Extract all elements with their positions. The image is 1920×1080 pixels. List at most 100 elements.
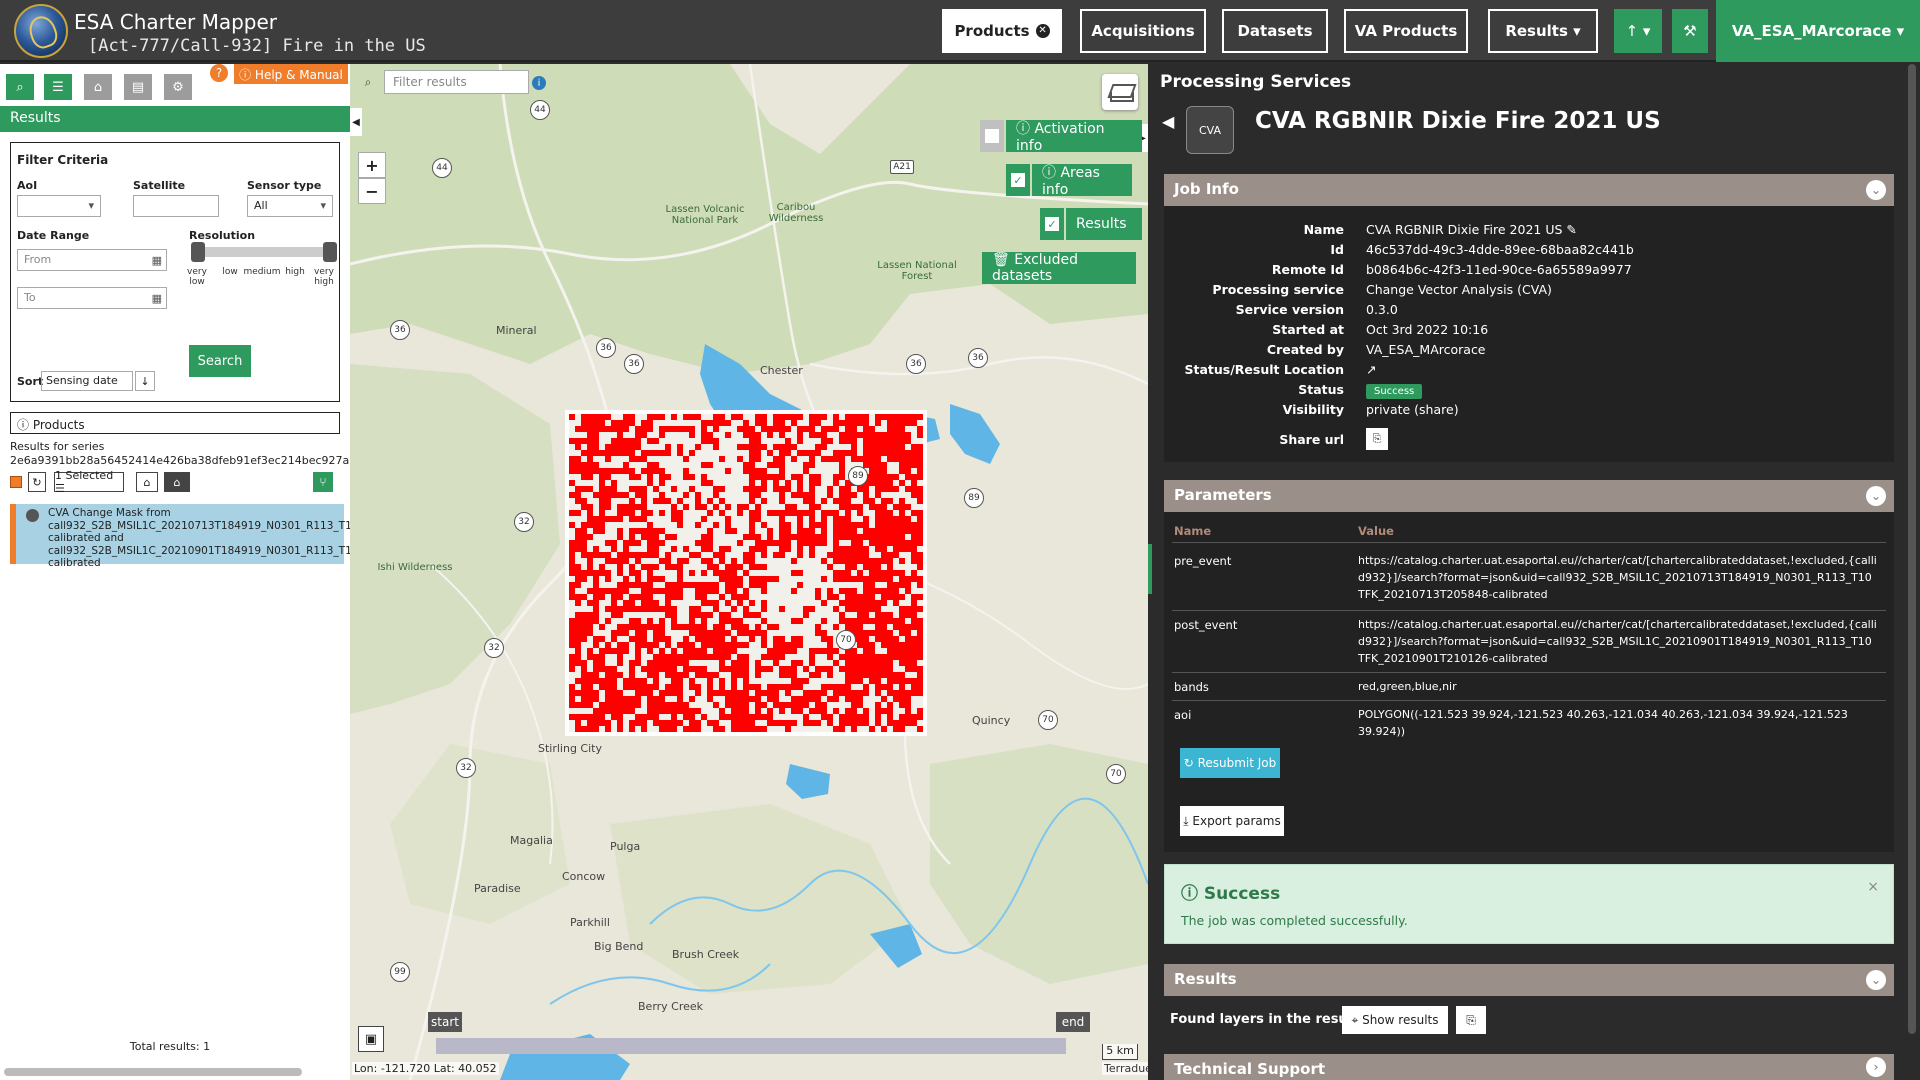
external-link-icon[interactable]: ↗ [1366,362,1376,377]
left-horizontal-scrollbar[interactable] [4,1068,302,1076]
copy-icon[interactable]: ⎘ [1366,428,1388,450]
activation-info-button[interactable]: ⓘ Activation info [1006,120,1142,154]
close-icon[interactable]: ✕ [1035,24,1050,38]
areas-info-toggle[interactable]: ✓ [1006,164,1030,196]
date-to-input[interactable]: To ▦ [17,287,167,309]
nav-va-products-tab[interactable]: VA Products [1344,9,1468,53]
right-vertical-scrollbar[interactable] [1908,64,1916,1034]
products-header[interactable]: ⓘ Products [10,412,340,434]
sensor-type-select[interactable]: All [247,195,333,217]
chevron-down-icon[interactable]: ⌄ [1866,970,1886,990]
collapse-left-panel-icon[interactable]: ◀ [350,108,362,136]
zoom-in-button[interactable]: + [358,152,386,178]
excluded-datasets-button[interactable]: 🗑 Excluded datasets [982,252,1136,284]
parameters-header[interactable]: Parameters ⌄ [1164,480,1894,512]
user-menu-dropdown[interactable]: VA_ESA_MArcorace ▾ [1716,0,1920,62]
aoi-select[interactable] [17,195,101,217]
timeline-slider[interactable] [436,1038,1066,1054]
change-pixel [797,534,803,540]
help-manual-button[interactable]: ⓘ Help & Manual [234,64,348,84]
change-pixel [917,648,923,654]
product-list-item[interactable]: CVA Change Mask from call932_S2B_MSIL1C_… [10,504,487,569]
fullscreen-icon[interactable]: ▣ [358,1026,384,1052]
sort-direction-icon[interactable]: ↓ [135,371,155,391]
info-icon[interactable]: i [532,76,546,90]
calendar-icon[interactable]: ▦ [152,292,162,305]
results-layer-button[interactable]: Results [1066,208,1142,240]
change-pixel [743,612,749,618]
close-icon[interactable]: × [1867,879,1879,895]
calendar-icon[interactable]: ▦ [152,254,162,267]
resolution-slider[interactable] [191,242,337,262]
change-pixel [713,504,719,510]
nav-products-tab[interactable]: Products ✕ [942,9,1062,53]
change-pixel [785,720,791,726]
change-pixel [851,522,857,528]
results-section-header[interactable]: Results ⌄ [1164,964,1894,996]
change-pixel [899,540,905,546]
results-toggle[interactable]: ✓ [1040,208,1064,240]
basket-icon[interactable]: ⌂ [84,74,112,100]
change-pixel [737,672,743,678]
select-all-checkbox[interactable] [10,476,22,488]
export-params-button[interactable]: ⤓ Export params [1180,806,1284,836]
change-pixel [743,630,749,636]
show-results-button[interactable]: ⌖ Show results [1342,1006,1448,1034]
change-pixel [797,618,803,624]
archive-icon[interactable]: ▤ [124,74,152,100]
satellite-input[interactable] [133,195,219,217]
ji-value[interactable]: CVA RGBNIR Dixie Fire 2021 US ✎ [1366,222,1577,237]
technical-support-header[interactable]: Technical Support › [1164,1054,1894,1080]
change-pixel [887,444,893,450]
chevron-right-icon[interactable]: › [1866,1057,1886,1077]
change-pixel [893,522,899,528]
change-pixel [737,540,743,546]
nav-results-dropdown[interactable]: Results ▾ [1488,9,1598,53]
slider-handle-min[interactable] [191,242,205,262]
activation-info-toggle[interactable] [980,120,1004,152]
gear-icon[interactable]: ⚙ [164,74,192,100]
job-info-header[interactable]: Job Info ⌄ [1164,174,1894,206]
areas-info-button[interactable]: ⓘ Areas info [1032,164,1132,198]
layers-icon[interactable] [1102,74,1138,110]
remove-from-basket-icon[interactable]: ⌂ [164,472,190,492]
esa-charter-logo[interactable] [14,4,68,58]
sort-select[interactable]: Sensing date [41,371,133,391]
change-pixel [917,654,923,660]
search-icon[interactable]: ⌕ [358,72,378,92]
change-pixel [611,420,617,426]
change-pixel [713,654,719,660]
list-icon[interactable]: ☰ [44,74,72,100]
upload-dropdown-button[interactable]: ↑ ▾ [1614,9,1662,53]
share-icon[interactable]: ⑂ [313,472,333,492]
change-pixel [761,582,767,588]
chevron-down-icon[interactable]: ⌄ [1866,180,1886,200]
chevron-down-icon[interactable]: ⌄ [1866,486,1886,506]
search-icon[interactable]: ⌕ [6,74,34,100]
search-button[interactable]: Search [189,345,251,377]
filter-results-input[interactable]: Filter results [384,70,529,94]
add-to-basket-icon[interactable]: ⌂ [136,472,158,492]
change-pixel [881,612,887,618]
copy-icon[interactable]: ⎘ [1456,1006,1486,1034]
selected-dropdown[interactable]: 1 Selected ☰ [54,469,124,495]
map-view[interactable]: ⌕ Filter results i ◀ ▶ + − ⓘ Activation … [350,64,1148,1080]
slider-handle-max[interactable] [323,242,337,262]
change-pixel [695,690,701,696]
resubmit-job-button[interactable]: ↻ Resubmit Job [1180,748,1280,778]
panel-resize-handle[interactable] [1148,544,1152,594]
date-from-input[interactable]: From ▦ [17,249,167,271]
help-question-icon[interactable]: ? [210,64,228,82]
refresh-icon[interactable]: ↻ [28,472,46,492]
change-pixel [785,726,791,732]
change-pixel [605,648,611,654]
cva-change-mask-overlay[interactable] [565,410,927,736]
back-arrow-icon[interactable]: ◀ [1162,112,1174,131]
nav-acquisitions-tab[interactable]: Acquisitions [1080,9,1206,53]
change-pixel [689,450,695,456]
change-pixel [845,510,851,516]
nav-datasets-tab[interactable]: Datasets [1222,9,1328,53]
visibility-value[interactable]: private (share) [1366,402,1459,417]
zoom-out-button[interactable]: − [358,178,386,204]
briefcase-icon[interactable]: ⚒ [1672,9,1708,53]
